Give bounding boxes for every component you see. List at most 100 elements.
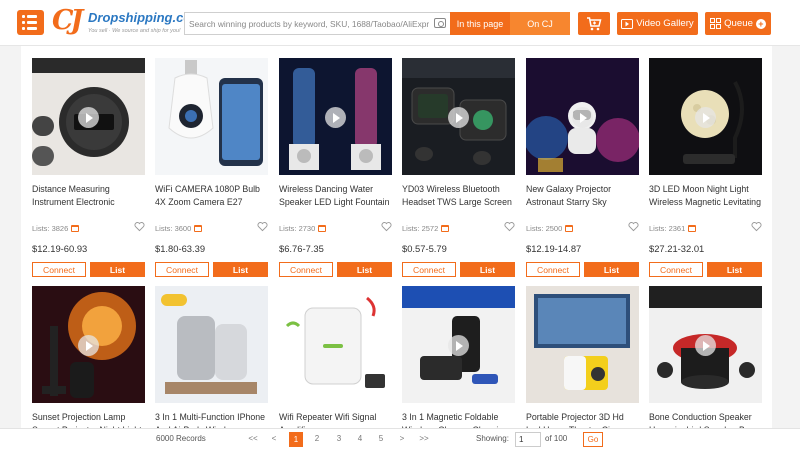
- cj-logo[interactable]: CJ Dropshipping.com You sell · We source…: [52, 5, 203, 40]
- top-header: CJ Dropshipping.com You sell · We source…: [0, 0, 800, 46]
- last-page-button[interactable]: >>: [418, 434, 430, 443]
- product-image[interactable]: [526, 58, 639, 175]
- product-image[interactable]: [155, 58, 268, 175]
- product-lists: Lists: 2361: [649, 224, 697, 233]
- list-button[interactable]: List: [213, 262, 268, 277]
- video-icon: [621, 18, 634, 29]
- next-page-button[interactable]: >: [396, 434, 408, 443]
- list-button[interactable]: List: [707, 262, 762, 277]
- product-image[interactable]: [279, 58, 392, 175]
- record-count: 6000 Records: [156, 434, 206, 443]
- heart-icon[interactable]: [504, 221, 515, 232]
- search-input[interactable]: [189, 18, 429, 29]
- shop-icon: [194, 225, 203, 232]
- product-title[interactable]: YD03 Wireless Bluetooth Headset TWS Larg…: [402, 183, 515, 208]
- lists-count: Lists: 2730: [279, 224, 316, 233]
- play-video-icon[interactable]: [695, 335, 716, 356]
- product-image[interactable]: [402, 286, 515, 403]
- logo-mark: CJ: [52, 5, 83, 36]
- product-title[interactable]: WiFi CAMERA 1080P Bulb 4X Zoom Camera E2…: [155, 183, 268, 208]
- lists-count: Lists: 2500: [526, 224, 563, 233]
- product-image[interactable]: [526, 286, 639, 403]
- play-video-icon[interactable]: [78, 335, 99, 356]
- play-video-icon[interactable]: [448, 107, 469, 128]
- product-image[interactable]: [649, 58, 762, 175]
- product-lists: Lists: 2572: [402, 224, 450, 233]
- play-video-icon[interactable]: [325, 107, 346, 128]
- product-title[interactable]: New Galaxy Projector Astronaut Starry Sk…: [526, 183, 639, 208]
- cart-icon: [587, 16, 602, 30]
- lists-count: Lists: 3826: [32, 224, 69, 233]
- connect-button[interactable]: Connect: [402, 262, 456, 277]
- connect-button[interactable]: Connect: [649, 262, 703, 277]
- shop-icon: [71, 225, 80, 232]
- product-image[interactable]: [279, 286, 392, 403]
- product-lists: Lists: 3826: [32, 224, 80, 233]
- product-image[interactable]: [402, 58, 515, 175]
- list-button[interactable]: List: [90, 262, 145, 277]
- play-video-icon[interactable]: [695, 107, 716, 128]
- product-lists: Lists: 2500: [526, 224, 574, 233]
- heart-icon[interactable]: [134, 221, 145, 232]
- product-title[interactable]: Distance Measuring Instrument Electronic…: [32, 183, 145, 208]
- list-button[interactable]: List: [337, 262, 392, 277]
- page-5-button[interactable]: 5: [375, 434, 387, 443]
- product-image[interactable]: [32, 58, 145, 175]
- search-on-cj-button[interactable]: On CJ: [510, 12, 570, 35]
- product-lists: Lists: 3600: [155, 224, 203, 233]
- heart-icon[interactable]: [257, 221, 268, 232]
- product-price: $1.80-63.39: [155, 243, 206, 254]
- shop-icon: [688, 225, 697, 232]
- page-2-button[interactable]: 2: [311, 434, 323, 443]
- connect-button[interactable]: Connect: [155, 262, 209, 277]
- connect-button[interactable]: Connect: [279, 262, 333, 277]
- product-price: $27.21-32.01: [649, 243, 705, 254]
- heart-icon[interactable]: [628, 221, 639, 232]
- prev-page-button[interactable]: <: [268, 434, 280, 443]
- product-image[interactable]: [155, 286, 268, 403]
- showing-label: Showing:: [476, 434, 509, 443]
- product-title[interactable]: 3D LED Moon Night Light Wireless Magneti…: [649, 183, 762, 208]
- queue-button[interactable]: Queue +: [705, 12, 771, 35]
- page-3-button[interactable]: 3: [333, 434, 345, 443]
- list-button[interactable]: List: [460, 262, 515, 277]
- product-price: $12.19-14.87: [526, 243, 582, 254]
- heart-icon[interactable]: [381, 221, 392, 232]
- video-gallery-button[interactable]: Video Gallery: [617, 12, 698, 35]
- connect-button[interactable]: Connect: [526, 262, 580, 277]
- product-price: $6.76-7.35: [279, 243, 324, 254]
- product-lists: Lists: 2730: [279, 224, 327, 233]
- cart-button[interactable]: [578, 12, 610, 35]
- queue-label: Queue: [724, 18, 753, 29]
- page-1-button[interactable]: 1: [289, 432, 303, 447]
- heart-icon[interactable]: [751, 221, 762, 232]
- product-image[interactable]: [649, 286, 762, 403]
- first-page-button[interactable]: <<: [247, 434, 259, 443]
- shop-icon: [441, 225, 450, 232]
- play-video-icon[interactable]: [572, 107, 593, 128]
- shop-icon: [565, 225, 574, 232]
- product-price: $0.57-5.79: [402, 243, 447, 254]
- camera-search-icon[interactable]: [434, 18, 446, 28]
- list-button[interactable]: List: [584, 262, 639, 277]
- video-gallery-label: Video Gallery: [636, 18, 694, 29]
- page-number-input[interactable]: [515, 432, 541, 447]
- product-grid: Distance Measuring Instrument Electronic…: [21, 46, 772, 450]
- lists-count: Lists: 2361: [649, 224, 686, 233]
- queue-add-icon: +: [755, 18, 766, 29]
- page-4-button[interactable]: 4: [354, 434, 366, 443]
- lists-count: Lists: 2572: [402, 224, 439, 233]
- product-title[interactable]: Wireless Dancing Water Speaker LED Light…: [279, 183, 392, 208]
- queue-icon: [710, 18, 722, 29]
- pagination-bar: 6000 Records << < 1 2 3 4 5 > >> Showing…: [0, 428, 800, 450]
- search-in-this-page-button[interactable]: In this page: [450, 12, 510, 35]
- product-price: $12.19-60.93: [32, 243, 88, 254]
- search-box: [184, 12, 450, 35]
- play-video-icon[interactable]: [448, 335, 469, 356]
- product-image[interactable]: [32, 286, 145, 403]
- menu-icon[interactable]: [17, 10, 44, 35]
- connect-button[interactable]: Connect: [32, 262, 86, 277]
- shop-icon: [318, 225, 327, 232]
- play-video-icon[interactable]: [78, 107, 99, 128]
- go-button[interactable]: Go: [583, 432, 603, 447]
